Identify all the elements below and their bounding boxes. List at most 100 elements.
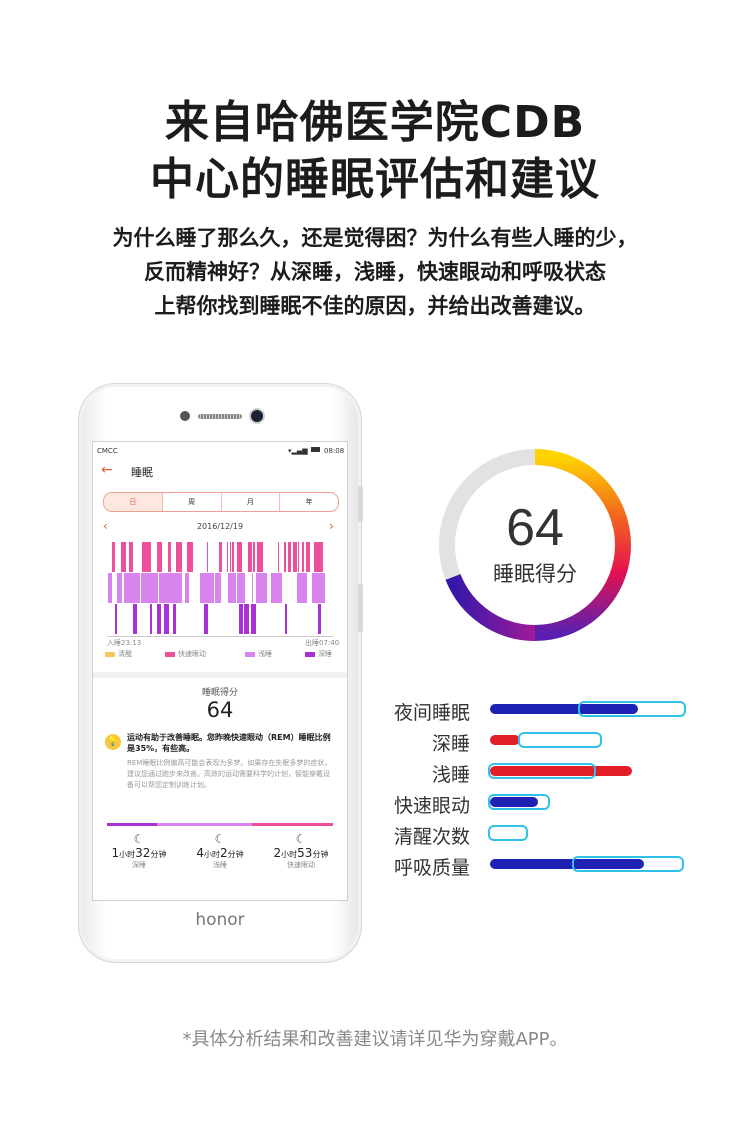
hypnogram-stripe	[168, 542, 171, 572]
front-camera-icon	[251, 410, 263, 422]
hypnogram-stripe	[177, 542, 181, 572]
hypnogram-stripe	[253, 542, 255, 572]
hypnogram-stripe	[219, 542, 222, 572]
metric-label-breathing: 呼吸质量	[393, 857, 470, 879]
hypnogram-stripe	[154, 573, 158, 603]
moon-icon: ☾	[214, 832, 226, 846]
hypnogram-stripe	[248, 542, 252, 572]
hypnogram-stripe	[227, 542, 228, 572]
hypnogram-stripe	[259, 573, 267, 603]
tab-week[interactable]: 周	[163, 493, 222, 511]
tip-title: 运动有助于改善睡眠。您昨晚快速眼动（REM）睡眠比例是35%，有些高。	[127, 733, 331, 753]
hypnogram-stripe	[129, 542, 133, 572]
score-value: 64	[206, 698, 234, 722]
legend-deep: 深睡	[305, 649, 332, 659]
hypnogram-stripe	[117, 573, 122, 603]
hypnogram-stripe	[318, 604, 321, 634]
hypnogram-stripe	[240, 573, 245, 603]
hypnogram-stripe	[278, 542, 279, 572]
hypnogram-stripe	[251, 604, 256, 634]
hypnogram-stripe	[178, 573, 182, 603]
moon-icon: ☾	[295, 832, 307, 846]
hypnogram-stripe	[112, 542, 115, 572]
next-date-chevron-icon[interactable]: ›	[329, 519, 334, 533]
hypnogram-stripe	[187, 542, 191, 572]
back-arrow-icon[interactable]: ←	[101, 462, 113, 478]
tab-day[interactable]: 日	[104, 493, 163, 511]
metric-range-awake-count	[488, 825, 528, 841]
stage-totals: ☾ 1小时32分钟 深睡 ☾ 4小时2分钟 浅睡 ☾ 2小时53分钟 快速眼动	[93, 832, 347, 892]
phone-screen: CMCC ▾▂▄▆ 08:08 ← 睡眠 日 周 月 年 ‹ 2016/12/1…	[92, 441, 348, 901]
hypnogram-stripe	[320, 542, 323, 572]
app-header: ← 睡眠	[93, 460, 347, 482]
legend-awake: 清醒	[105, 649, 132, 659]
chart-axis	[107, 636, 333, 637]
description-line-2: 反而精神好？从深睡，浅睡，快速眼动和呼吸状态	[144, 260, 606, 284]
hypnogram-stripe	[137, 573, 140, 603]
hypnogram-stripe	[157, 542, 162, 572]
hypnogram-stripe	[141, 573, 149, 603]
hypnogram-stripe	[284, 542, 286, 572]
total-rem: ☾ 2小时53分钟 快速眼动	[261, 832, 341, 870]
hypnogram-stripe	[207, 573, 212, 603]
hypnogram-stripe	[164, 604, 169, 634]
hypnogram-stripe	[252, 573, 253, 603]
stage-proportion-bar	[107, 823, 333, 826]
ring-score-label: 睡眠得分	[493, 562, 577, 586]
hypnogram-stripe	[108, 573, 112, 603]
hypnogram-stripe	[115, 604, 117, 634]
volume-button	[358, 486, 363, 522]
sensor-icon	[180, 411, 190, 421]
metric-bar-deep-sleep	[490, 735, 520, 745]
hypnogram-stripe	[312, 573, 321, 603]
power-button	[358, 584, 363, 632]
metric-label-deep-sleep: 深睡	[431, 733, 470, 755]
lightbulb-icon: 💡	[105, 734, 121, 750]
hypnogram-stripe	[185, 573, 189, 603]
hypnogram-stripe	[297, 573, 307, 603]
tab-year[interactable]: 年	[280, 493, 338, 511]
hypnogram-stripe	[207, 542, 208, 572]
hypnogram-stripe	[257, 542, 262, 572]
footnote: *具体分析结果和改善建议请详见华为穿戴APP。	[182, 1029, 568, 1050]
sleep-end-time: 出睡07:40	[305, 639, 340, 647]
hypnogram-stripe	[272, 573, 279, 603]
hypnogram-stripe	[133, 604, 137, 634]
hypnogram-stripe	[166, 573, 176, 603]
carrier-text: CMCC	[97, 447, 118, 455]
earpiece-speaker	[198, 414, 242, 419]
metric-label-night-sleep: 夜间睡眠	[393, 702, 470, 724]
legend-light: 浅睡	[245, 649, 272, 659]
hypnogram-stripe	[288, 542, 291, 572]
hypnogram-stripe	[230, 542, 231, 572]
phone-brand-logo: honor	[195, 910, 245, 930]
page-title: 睡眠	[131, 466, 153, 479]
tab-month[interactable]: 月	[222, 493, 281, 511]
period-tabs: 日 周 月 年	[103, 492, 339, 512]
status-time: 08:08	[324, 447, 345, 455]
hypnogram-stripe	[244, 604, 249, 634]
metric-range-rem	[488, 794, 550, 810]
section-divider	[93, 672, 347, 678]
hypnogram-stripe	[285, 604, 287, 634]
metric-range-breathing	[572, 856, 684, 872]
hypnogram-stripe	[142, 542, 145, 572]
hypnogram-stripe	[232, 542, 234, 572]
hypnogram-stripe	[293, 542, 297, 572]
hypnogram-stripe	[157, 604, 161, 634]
hypnogram-stripe	[306, 542, 310, 572]
metric-range-deep-sleep	[518, 732, 602, 748]
metric-label-light-sleep: 浅睡	[431, 764, 470, 786]
hypnogram-stripe	[150, 604, 152, 634]
moon-icon: ☾	[133, 832, 145, 846]
hypnogram-stripe	[237, 542, 242, 572]
metric-label-awake-count: 清醒次数	[393, 826, 470, 848]
metric-range-light-sleep	[488, 763, 596, 779]
headline-line-2: 中心的睡眠评估和建议	[150, 154, 600, 205]
hypnogram-stripe	[204, 604, 207, 634]
sleep-start-time: 入睡23:13	[107, 639, 142, 647]
hypnogram-stripe	[121, 542, 126, 572]
proportion-light	[156, 823, 252, 826]
hypnogram-stripe	[173, 604, 176, 634]
ring-score-value: 64	[506, 499, 564, 557]
